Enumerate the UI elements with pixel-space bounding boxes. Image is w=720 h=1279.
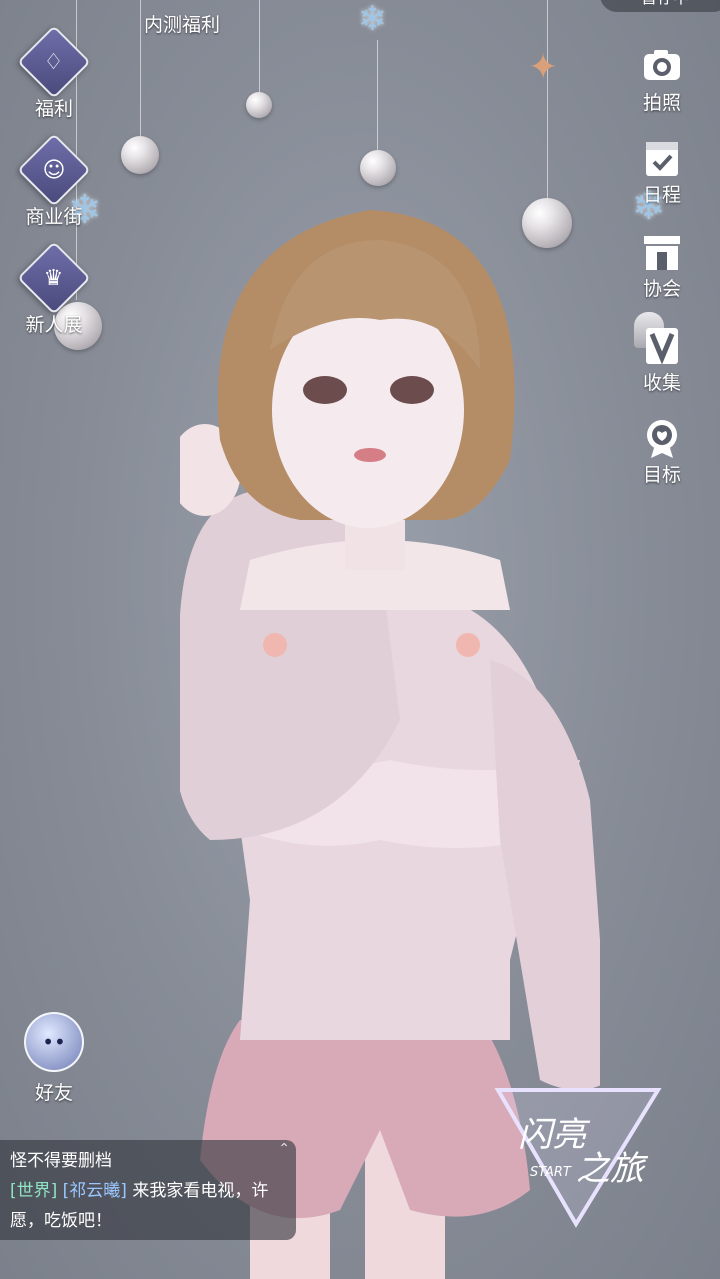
ornament-string bbox=[377, 40, 378, 152]
logo-title-part: 之旅 bbox=[576, 1149, 649, 1189]
crown-badge-icon: ♛ bbox=[17, 241, 91, 315]
beta-rewards-button[interactable]: 内测福利 bbox=[132, 0, 232, 37]
friends-label: 好友 bbox=[34, 1082, 73, 1104]
beta-rewards-label: 内测福利 bbox=[143, 14, 220, 36]
collection-button[interactable]: 收集 bbox=[622, 326, 702, 395]
photo-button[interactable]: 拍照 bbox=[622, 46, 702, 115]
ornament-string bbox=[547, 0, 548, 200]
chat-collapse-icon[interactable]: ⌃ bbox=[278, 1134, 290, 1164]
star-ornament: ✦ bbox=[528, 47, 559, 88]
welfare-label: 福利 bbox=[34, 98, 73, 120]
character-eye bbox=[390, 376, 434, 404]
character-eye bbox=[303, 376, 347, 404]
camera-icon bbox=[644, 50, 680, 80]
character-mouth bbox=[354, 448, 386, 462]
character-bow bbox=[263, 633, 287, 657]
shopping-bag-icon: ☺ bbox=[17, 133, 91, 207]
collection-label: 收集 bbox=[642, 372, 681, 394]
ornament-string bbox=[259, 0, 260, 96]
schedule-button[interactable]: 日程 bbox=[622, 138, 702, 207]
collection-icon bbox=[646, 328, 678, 365]
schedule-label: 日程 bbox=[642, 184, 681, 206]
friends-button[interactable]: •• 好友 bbox=[16, 1012, 92, 1105]
start-journey-logo[interactable]: 闪亮 之旅 START bbox=[488, 1072, 664, 1232]
save-status-label: 暂存中 bbox=[641, 0, 689, 8]
calendar-check-icon bbox=[646, 142, 678, 176]
character-bow bbox=[456, 633, 480, 657]
logo-subtitle: START bbox=[530, 1165, 572, 1180]
chat-message: 怪不得要删档 bbox=[10, 1151, 112, 1171]
welfare-button[interactable]: ♢ 福利 bbox=[14, 25, 94, 121]
friends-bubble-icon: •• bbox=[24, 1012, 84, 1072]
newcomer-show-button[interactable]: ♛ 新人展 bbox=[14, 241, 94, 337]
goals-label: 目标 bbox=[642, 464, 681, 486]
balloon-icon: ♢ bbox=[17, 25, 91, 99]
medal-icon bbox=[647, 420, 677, 458]
pearl-ornament bbox=[360, 150, 396, 186]
goals-button[interactable]: 目标 bbox=[622, 418, 702, 487]
shopping-street-button[interactable]: ☺ 商业街 bbox=[14, 133, 94, 229]
newcomer-show-label: 新人展 bbox=[25, 314, 83, 336]
association-label: 协会 bbox=[642, 278, 681, 300]
pearl-ornament bbox=[121, 136, 159, 174]
shopping-street-label: 商业街 bbox=[25, 206, 83, 228]
snowflake-ornament: ❄ bbox=[358, 0, 387, 39]
chat-channel-tag: [世界] bbox=[10, 1181, 58, 1201]
game-scene-background: ❄ ✦ ❄ ❄ 内测福利 ♢ 福利 ☺ 商业街 ♛ 新人展 拍照 日程 协会 收… bbox=[0, 0, 720, 1279]
chat-message: [世界] [祁云曦] 来我家看电视，许愿，吃饭吧！ bbox=[10, 1176, 286, 1236]
chat-username[interactable]: [祁云曦] bbox=[63, 1181, 127, 1201]
save-status-pill[interactable]: 暂存中 bbox=[600, 0, 720, 12]
photo-label: 拍照 bbox=[642, 92, 681, 114]
building-icon bbox=[644, 236, 680, 270]
association-button[interactable]: 协会 bbox=[622, 232, 702, 301]
pearl-ornament bbox=[246, 92, 272, 118]
chat-panel[interactable]: ⌃ 怪不得要删档 [世界] [祁云曦] 来我家看电视，许愿，吃饭吧！ bbox=[0, 1140, 296, 1240]
